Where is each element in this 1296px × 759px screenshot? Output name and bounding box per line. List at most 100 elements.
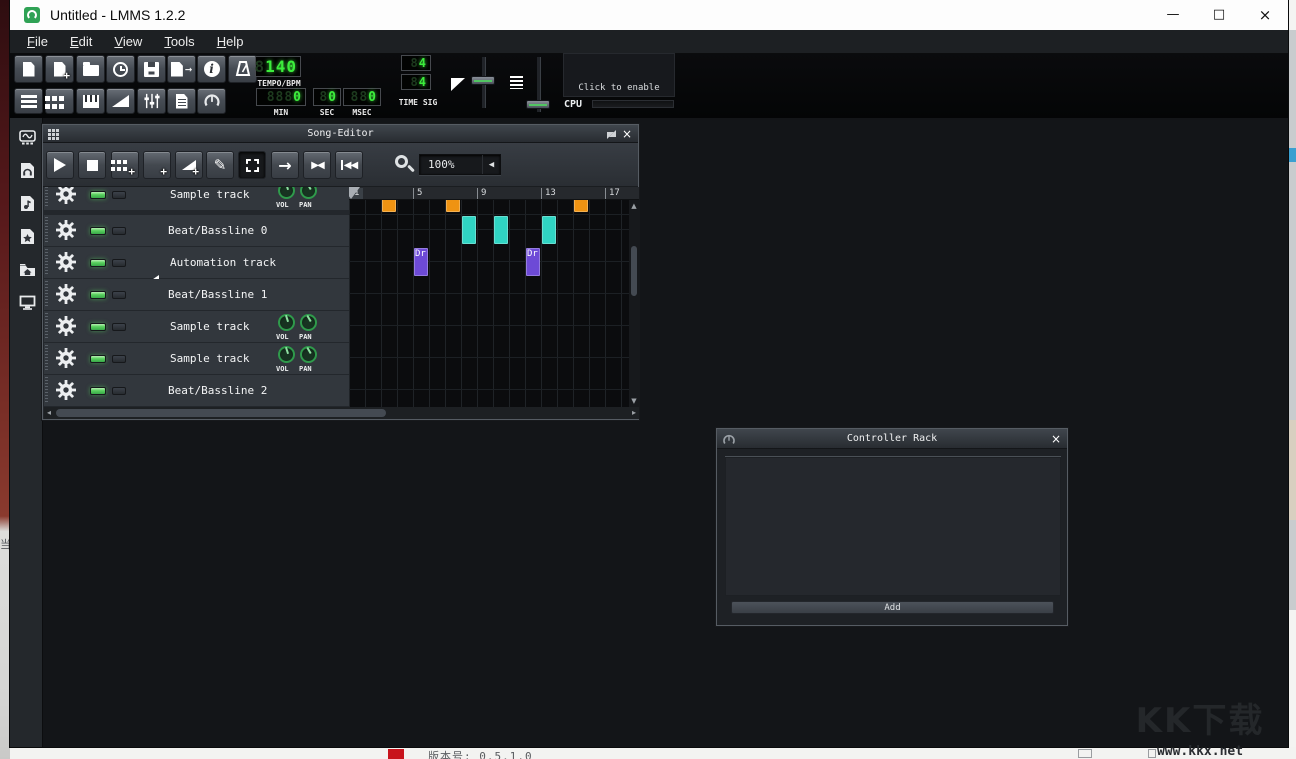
save-project-button[interactable] (137, 55, 166, 83)
track-name[interactable]: Beat/Bassline 2 (168, 384, 267, 397)
track-mute-led[interactable] (90, 227, 106, 235)
menu-file[interactable]: File (18, 31, 57, 52)
edit-mode-button[interactable] (238, 151, 266, 179)
track-settings-button[interactable] (56, 348, 76, 368)
track-settings-button[interactable] (56, 380, 76, 400)
menu-view[interactable]: View (105, 31, 151, 52)
song-grid[interactable]: Dr Dr (349, 200, 629, 407)
menu-edit[interactable]: Edit (61, 31, 101, 52)
sidebar-instruments-button[interactable] (18, 128, 36, 146)
track-name[interactable]: Sample track (170, 352, 249, 365)
bb-editor-button[interactable] (45, 88, 74, 114)
fx-mixer-button[interactable] (137, 88, 166, 114)
automation-editor-button[interactable] (106, 88, 135, 114)
song-editor-close-icon[interactable]: × (620, 125, 634, 143)
sample-segment[interactable] (574, 200, 588, 212)
track-grip-handle[interactable] (45, 345, 48, 372)
scroll-down-icon[interactable]: ▼ (629, 397, 639, 405)
recently-opened-button[interactable] (106, 55, 135, 83)
timeline[interactable]: 1591317 (349, 187, 639, 200)
pan-knob[interactable] (300, 314, 317, 331)
song-editor-maximize-icon[interactable] (607, 130, 616, 139)
track-mute-led[interactable] (90, 291, 106, 299)
track-mute-led[interactable] (90, 355, 106, 363)
menu-tools[interactable]: Tools (155, 31, 203, 52)
track-solo-button[interactable] (112, 355, 126, 363)
piano-roll-button[interactable] (76, 88, 105, 114)
automation-segment[interactable]: Dr (526, 248, 540, 276)
track-grip-handle[interactable] (45, 313, 48, 340)
controller-add-button[interactable]: Add (731, 601, 1054, 614)
play-button[interactable] (46, 151, 74, 179)
timesig-numerator-display[interactable]: 84 (401, 55, 431, 71)
timesig-denominator-display[interactable]: 84 (401, 74, 431, 90)
sidebar-favorites-button[interactable] (18, 227, 36, 245)
maximize-button[interactable]: □ (1202, 0, 1236, 30)
track-grip-handle[interactable] (45, 377, 48, 404)
stop-button[interactable] (78, 151, 106, 179)
automation-segment[interactable]: Dr (414, 248, 428, 276)
menu-help[interactable]: Help (208, 31, 253, 52)
track-solo-button[interactable] (112, 227, 126, 235)
new-project-button[interactable] (14, 55, 43, 83)
master-volume-slider[interactable] (471, 57, 495, 108)
add-automation-track-button[interactable]: + (175, 151, 203, 179)
bb-pattern-segment[interactable] (542, 216, 556, 244)
volume-knob[interactable] (278, 346, 295, 363)
track-mute-led[interactable] (90, 323, 106, 331)
sidebar-home-button[interactable] (18, 260, 36, 278)
bb-pattern-segment[interactable] (494, 216, 508, 244)
play-position-button[interactable]: ▶◀ (303, 151, 331, 179)
song-editor-titlebar[interactable]: Song-Editor × (43, 125, 638, 143)
close-button[interactable]: × (1248, 0, 1282, 30)
sidebar-computer-button[interactable] (18, 293, 36, 311)
track-name[interactable]: Automation track (170, 256, 276, 269)
track-settings-button[interactable] (56, 316, 76, 336)
bb-pattern-segment[interactable] (462, 216, 476, 244)
controller-rack-close-icon[interactable]: × (1049, 429, 1063, 447)
track-solo-button[interactable] (112, 259, 126, 267)
track-solo-button[interactable] (112, 291, 126, 299)
track-settings-button[interactable] (56, 252, 76, 272)
song-editor-button[interactable] (14, 88, 43, 114)
rewind-button[interactable]: ◀◀ (335, 151, 363, 179)
project-notes-button[interactable] (167, 88, 196, 114)
slider-handle[interactable] (471, 76, 495, 85)
zoom-level-select[interactable]: 100% ◀ (419, 154, 501, 175)
track-mute-led[interactable] (90, 387, 106, 395)
track-solo-button[interactable] (112, 191, 126, 199)
tempo-display[interactable]: 8140 (255, 56, 301, 77)
zoom-dropdown-arrow-icon[interactable]: ◀ (482, 155, 500, 174)
track-settings-button[interactable] (56, 284, 76, 304)
track-grip-handle[interactable] (45, 281, 48, 308)
sidebar-presets-button[interactable] (18, 194, 36, 212)
track-solo-button[interactable] (112, 323, 126, 331)
project-properties-button[interactable]: i (197, 55, 226, 83)
controller-rack-button[interactable] (197, 88, 226, 114)
visualizer-panel[interactable]: Click to enable (563, 53, 675, 97)
new-from-template-button[interactable]: + (45, 55, 74, 83)
track-mute-led[interactable] (90, 191, 106, 199)
add-bb-track-button[interactable]: + (111, 151, 139, 179)
volume-knob[interactable] (278, 187, 295, 199)
track-grip-handle[interactable] (45, 217, 48, 244)
pan-knob[interactable] (300, 187, 317, 199)
open-project-button[interactable] (76, 55, 105, 83)
master-pitch-slider[interactable] (526, 57, 550, 112)
follow-playback-button[interactable]: → (271, 151, 299, 179)
scroll-right-icon[interactable]: ▸ (629, 407, 639, 419)
track-grip-handle[interactable] (45, 187, 48, 208)
horizontal-scroll-thumb[interactable] (56, 409, 386, 417)
vertical-scroll-thumb[interactable] (631, 246, 637, 296)
track-name[interactable]: Beat/Bassline 0 (168, 224, 267, 237)
draw-mode-button[interactable]: ✎ (206, 151, 234, 179)
sample-segment[interactable] (382, 200, 396, 212)
vertical-scrollbar[interactable]: ▲ ▼ (629, 200, 639, 407)
track-name[interactable]: Sample track (170, 188, 249, 201)
track-name[interactable]: Sample track (170, 320, 249, 333)
track-grip-handle[interactable] (45, 249, 48, 276)
export-project-button[interactable]: → (167, 55, 196, 83)
horizontal-scrollbar[interactable]: ◂ ▸ (44, 407, 639, 419)
title-bar[interactable]: Untitled - LMMS 1.2.2 — □ × (10, 0, 1288, 30)
volume-knob[interactable] (278, 314, 295, 331)
